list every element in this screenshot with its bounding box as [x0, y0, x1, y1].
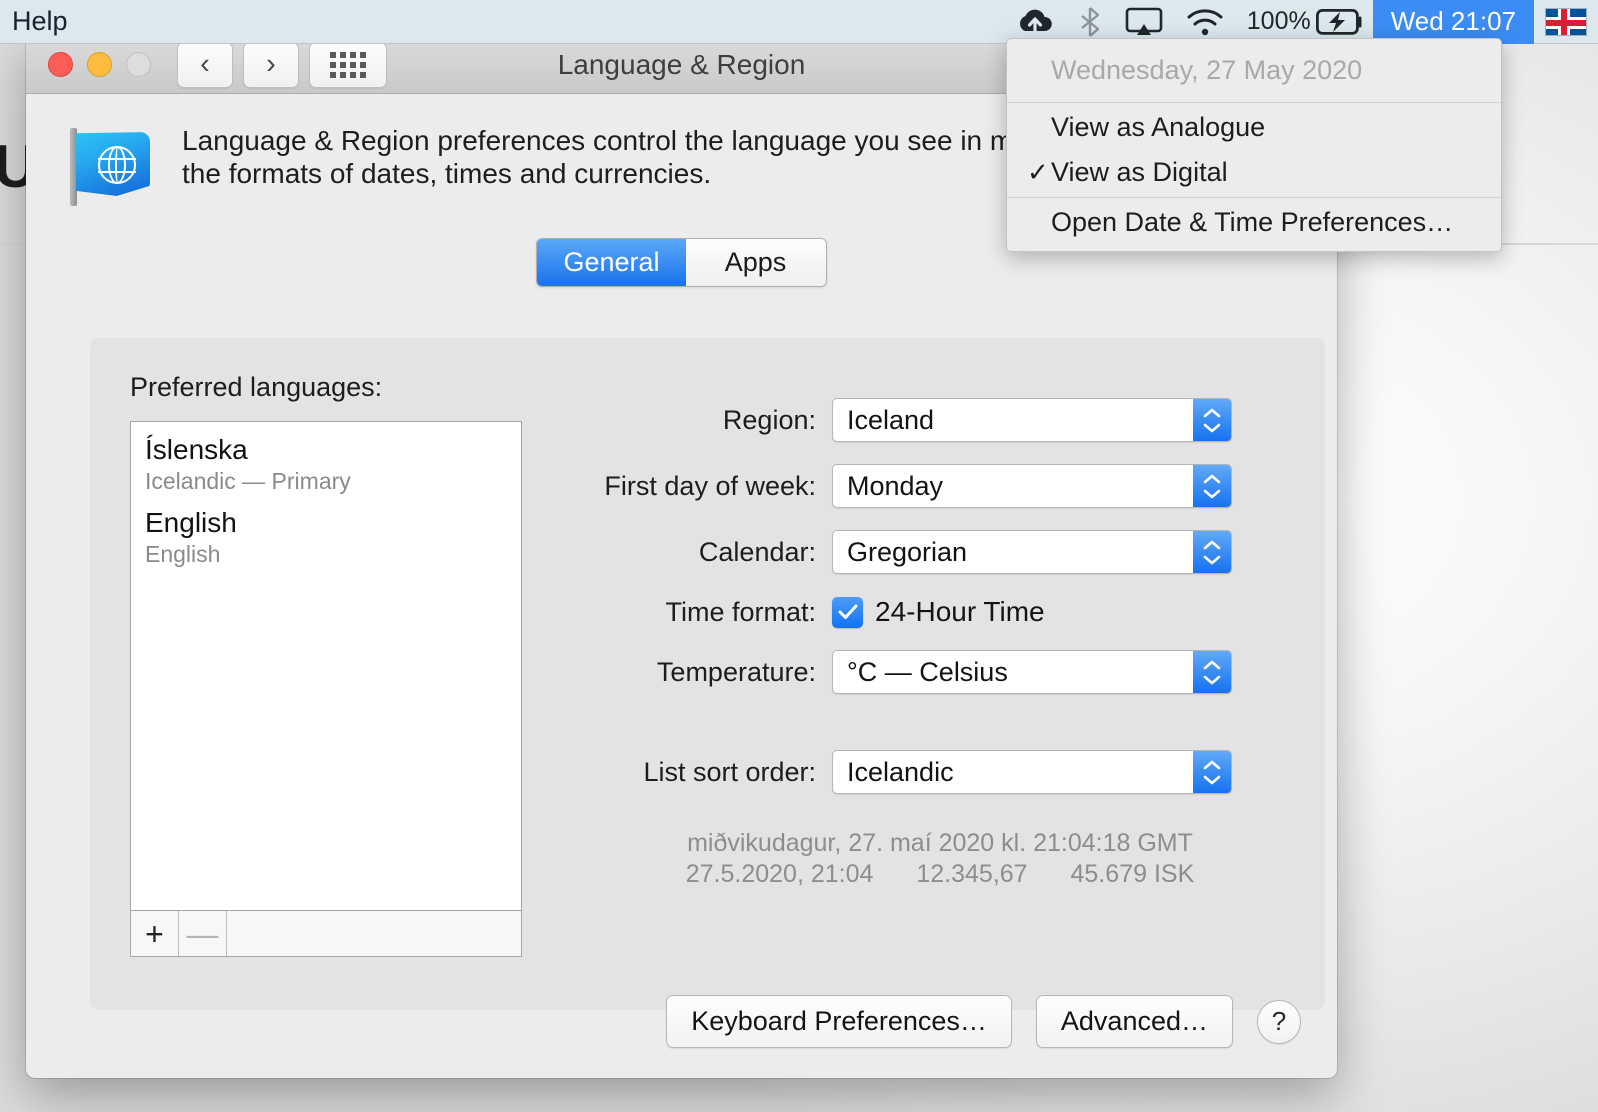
format-preview-currency: 45.679 ISK	[1071, 860, 1195, 888]
first-day-of-week-label: First day of week:	[590, 471, 832, 502]
list-item[interactable]: Íslenska Icelandic — Primary	[145, 434, 521, 495]
back-button[interactable]: ‹	[177, 42, 233, 88]
row-calendar: Calendar: Gregorian	[590, 530, 1290, 574]
window-footer: Keyboard Preferences… Advanced… ?	[26, 995, 1337, 1048]
forward-button[interactable]: ›	[243, 42, 299, 88]
menu-item-help[interactable]: Help	[12, 6, 68, 36]
list-sort-order-value: Icelandic	[833, 757, 954, 788]
advanced-button[interactable]: Advanced…	[1036, 995, 1233, 1048]
bluetooth-icon[interactable]	[1066, 0, 1114, 44]
menu-separator	[1007, 102, 1501, 103]
list-sort-order-label: List sort order:	[590, 757, 832, 788]
chevron-updown-icon[interactable]	[1193, 651, 1231, 693]
region-popup-button[interactable]: Iceland	[832, 398, 1232, 442]
icelandic-flag-icon[interactable]	[1534, 0, 1598, 44]
row-list-sort-order: List sort order: Icelandic	[590, 750, 1232, 794]
menu-item-label: View as Analogue	[1051, 112, 1265, 143]
wifi-icon[interactable]	[1174, 0, 1236, 44]
first-day-of-week-value: Monday	[833, 471, 943, 502]
remove-language-button: —	[179, 911, 227, 956]
row-first-day-of-week: First day of week: Monday	[590, 464, 1290, 508]
time-format-label: Time format:	[590, 597, 832, 628]
airplay-icon[interactable]	[1114, 0, 1174, 44]
format-preview-short-date: 27.5.2020, 21:04	[686, 860, 874, 888]
battery-percent-label: 100%	[1247, 7, 1311, 36]
menu-separator	[1007, 197, 1501, 198]
zoom-button	[126, 52, 151, 77]
format-preview-long-date: miðvikudagur, 27. maí 2020 kl. 21:04:18 …	[590, 828, 1290, 859]
region-settings-form: Region: Iceland First day of week: Monda…	[590, 398, 1290, 716]
keyboard-preferences-button[interactable]: Keyboard Preferences…	[666, 995, 1012, 1048]
minimise-button[interactable]	[87, 52, 112, 77]
menu-item-view-as-analogue[interactable]: View as Analogue	[1007, 105, 1501, 150]
language-subtitle: English	[145, 541, 521, 568]
row-region: Region: Iceland	[590, 398, 1290, 442]
row-time-format: Time format: 24-Hour Time	[590, 596, 1290, 628]
menu-item-label: Open Date & Time Preferences…	[1051, 207, 1453, 238]
close-button[interactable]	[48, 52, 73, 77]
preferred-languages-list[interactable]: Íslenska Icelandic — Primary English Eng…	[130, 421, 522, 911]
format-preview-number: 12.345,67	[916, 860, 1027, 888]
battery-charging-icon	[1316, 9, 1362, 35]
language-list-toolbar: + —	[130, 911, 522, 957]
language-name: Íslenska	[145, 434, 521, 466]
temperature-value: °C — Celsius	[833, 657, 1008, 688]
grid-icon	[330, 52, 366, 78]
tab-general[interactable]: General	[537, 239, 685, 286]
first-day-of-week-popup-button[interactable]: Monday	[832, 464, 1232, 508]
battery-status[interactable]: 100%	[1236, 0, 1373, 44]
format-preview-samples: 27.5.2020, 21:04 12.345,67 45.679 ISK	[590, 859, 1290, 890]
clock-menu-date-header: Wednesday, 27 May 2020	[1007, 43, 1501, 100]
help-button[interactable]: ?	[1257, 1000, 1301, 1044]
language-region-flag-globe-icon	[68, 128, 154, 206]
checkmark-icon: ✓	[1027, 157, 1051, 188]
chevron-updown-icon[interactable]	[1193, 531, 1231, 573]
preferred-languages-block: Preferred languages: Íslenska Icelandic …	[130, 372, 522, 957]
chevron-updown-icon[interactable]	[1193, 751, 1231, 793]
chevron-right-icon: ›	[266, 50, 276, 79]
chevron-left-icon: ‹	[200, 50, 210, 79]
menu-item-open-date-time-preferences[interactable]: Open Date & Time Preferences…	[1007, 200, 1501, 245]
add-language-button[interactable]: +	[131, 911, 179, 956]
language-subtitle: Icelandic — Primary	[145, 468, 521, 495]
language-name: English	[145, 507, 521, 539]
preferred-languages-heading: Preferred languages:	[130, 372, 522, 403]
list-item[interactable]: English English	[145, 507, 521, 568]
temperature-popup-button[interactable]: °C — Celsius	[832, 650, 1232, 694]
clock-dropdown-menu: Wednesday, 27 May 2020 View as Analogue …	[1006, 38, 1502, 252]
format-preview: miðvikudagur, 27. maí 2020 kl. 21:04:18 …	[590, 828, 1290, 891]
24-hour-time-label: 24-Hour Time	[875, 596, 1045, 628]
region-value: Iceland	[833, 405, 934, 436]
menu-bar-left: Help	[0, 6, 68, 37]
menu-bar-status-items: 100% Wed 21:07	[1004, 0, 1598, 44]
calendar-value: Gregorian	[833, 537, 967, 568]
language-toolbar-filler	[227, 911, 521, 956]
navigation-buttons: ‹ ›	[177, 42, 387, 88]
temperature-label: Temperature:	[590, 657, 832, 688]
calendar-label: Calendar:	[590, 537, 832, 568]
menu-item-label: View as Digital	[1051, 157, 1228, 188]
chevron-updown-icon[interactable]	[1193, 465, 1231, 507]
tab-apps[interactable]: Apps	[686, 239, 826, 286]
menu-bar-clock[interactable]: Wed 21:07	[1373, 0, 1534, 44]
cloud-upload-icon[interactable]	[1004, 0, 1066, 44]
list-sort-order-popup-button[interactable]: Icelandic	[832, 750, 1232, 794]
traffic-lights	[26, 52, 151, 77]
calendar-popup-button[interactable]: Gregorian	[832, 530, 1232, 574]
24-hour-time-checkbox[interactable]	[832, 597, 863, 628]
show-all-button[interactable]	[309, 42, 387, 88]
menu-item-view-as-digital[interactable]: ✓ View as Digital	[1007, 150, 1501, 195]
chevron-updown-icon[interactable]	[1193, 399, 1231, 441]
row-temperature: Temperature: °C — Celsius	[590, 650, 1290, 694]
time-format-checkbox-row: 24-Hour Time	[832, 596, 1045, 628]
region-label: Region:	[590, 405, 832, 436]
general-settings-panel: Preferred languages: Íslenska Icelandic …	[90, 338, 1325, 1010]
